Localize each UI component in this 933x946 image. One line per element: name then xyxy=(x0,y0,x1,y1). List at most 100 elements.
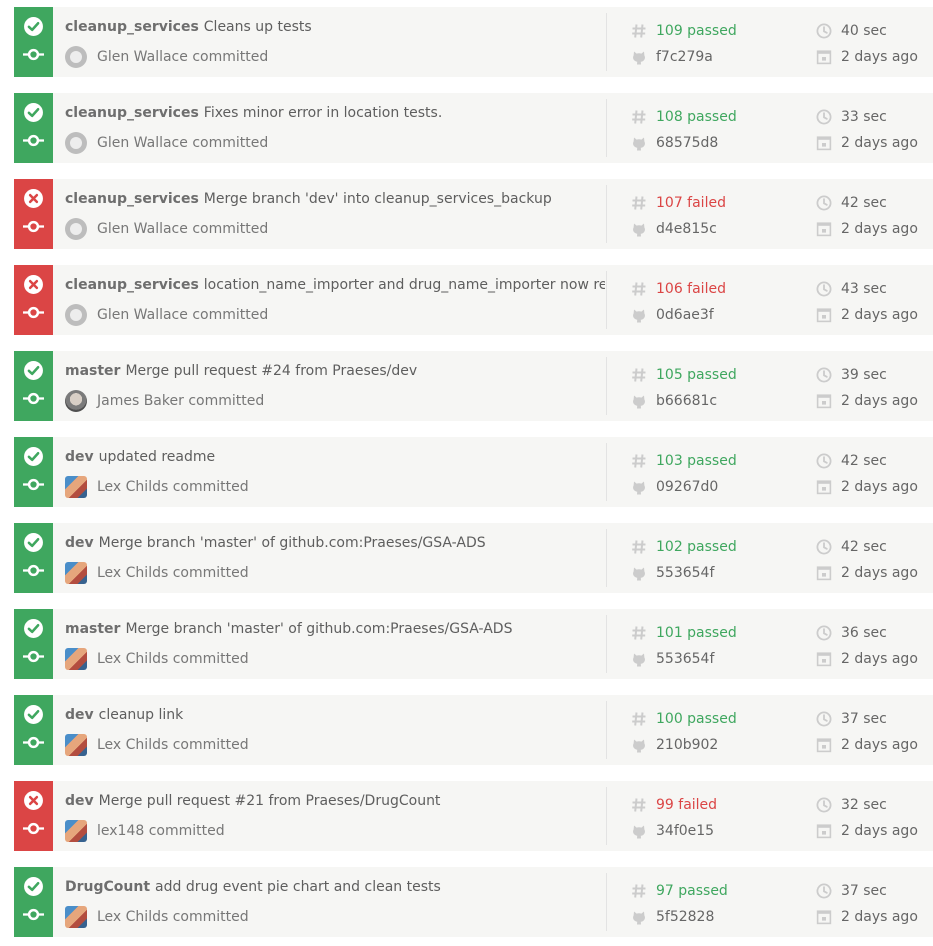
branch-name[interactable]: dev xyxy=(65,535,94,551)
commit-message[interactable]: updated readme xyxy=(99,449,215,465)
build-duration-text: 37 sec xyxy=(841,711,887,727)
commit-message[interactable]: Merge branch 'master' of github.com:Prae… xyxy=(125,621,512,637)
commit-message[interactable]: Merge branch 'master' of github.com:Prae… xyxy=(99,535,486,551)
build-row[interactable]: DrugCount add drug event pie chart and cl… xyxy=(14,867,933,937)
branch-name[interactable]: cleanup_services xyxy=(65,19,199,35)
commit-icon xyxy=(23,392,44,405)
build-number-text[interactable]: 97 passed xyxy=(656,881,728,901)
build-status-strip xyxy=(14,523,53,593)
clock-icon xyxy=(816,539,832,555)
commit-icon xyxy=(23,48,44,61)
build-finished-text: 2 days ago xyxy=(841,737,918,753)
clock-icon xyxy=(816,109,832,125)
build-status-strip xyxy=(14,609,53,679)
github-octocat-icon xyxy=(633,481,645,495)
build-row[interactable]: master Merge branch 'master' of github.co… xyxy=(14,609,933,679)
commit-sha-text[interactable]: 5f52828 xyxy=(656,907,714,927)
commit-author-line: Lex Childs committed xyxy=(65,648,249,670)
build-number-text[interactable]: 105 passed xyxy=(656,365,737,385)
commit-icon xyxy=(23,564,44,577)
check-circle-icon xyxy=(24,447,43,466)
commit-sha-text[interactable]: 34f0e15 xyxy=(656,821,714,841)
avatar xyxy=(65,476,87,498)
build-number-text[interactable]: 99 failed xyxy=(656,795,717,815)
build-duration-text: 37 sec xyxy=(841,883,887,899)
divider xyxy=(606,787,607,845)
commit-author-line: Lex Childs committed xyxy=(65,906,249,928)
build-number-text[interactable]: 107 failed xyxy=(656,193,726,213)
build-number-text[interactable]: 102 passed xyxy=(656,537,737,557)
commit-message[interactable]: Merge pull request #21 from Praeses/Drug… xyxy=(99,793,441,809)
commit-message[interactable]: Fixes minor error in location tests. xyxy=(204,105,443,121)
build-row[interactable]: dev Merge pull request #21 from Praeses/D… xyxy=(14,781,933,851)
commit-message[interactable]: Merge branch 'dev' into cleanup_services… xyxy=(204,191,552,207)
commit-sha-text[interactable]: 0d6ae3f xyxy=(656,305,714,325)
avatar xyxy=(65,218,87,240)
avatar xyxy=(65,734,87,756)
build-number-text[interactable]: 101 passed xyxy=(656,623,737,643)
commit-message[interactable]: cleanup link xyxy=(99,707,184,723)
build-number-text[interactable]: 106 failed xyxy=(656,279,726,299)
build-title: dev Merge branch 'master' of github.com:P… xyxy=(65,534,605,552)
build-status-strip xyxy=(14,351,53,421)
branch-name[interactable]: dev xyxy=(65,793,94,809)
divider xyxy=(606,701,607,759)
build-row[interactable]: master Merge pull request #24 from Praese… xyxy=(14,351,933,421)
commit-sha-text[interactable]: d4e815c xyxy=(656,219,717,239)
build-title: dev Merge pull request #21 from Praeses/D… xyxy=(65,792,605,810)
build-row[interactable]: cleanup_services location_name_importer a… xyxy=(14,265,933,335)
branch-name[interactable]: master xyxy=(65,621,120,637)
commit-author: Glen Wallace committed xyxy=(97,49,269,65)
avatar xyxy=(65,562,87,584)
build-number-text[interactable]: 100 passed xyxy=(656,709,737,729)
hash-icon xyxy=(632,712,646,726)
build-row[interactable]: cleanup_services Merge branch 'dev' into … xyxy=(14,179,933,249)
check-circle-icon xyxy=(24,877,43,896)
divider xyxy=(606,99,607,157)
check-circle-icon xyxy=(24,361,43,380)
commit-sha-text[interactable]: 09267d0 xyxy=(656,477,718,497)
commit-icon xyxy=(23,822,44,835)
commit-message[interactable]: Cleans up tests xyxy=(204,19,312,35)
commit-message[interactable]: add drug event pie chart and clean tests xyxy=(155,879,441,895)
commit-message[interactable]: location_name_importer and drug_name_imp… xyxy=(204,277,605,293)
build-status-strip xyxy=(14,695,53,765)
build-row[interactable]: cleanup_services Fixes minor error in loc… xyxy=(14,93,933,163)
hash-icon xyxy=(632,368,646,382)
build-row[interactable]: cleanup_services Cleans up tests Glen Wal… xyxy=(14,7,933,77)
branch-name[interactable]: DrugCount xyxy=(65,879,150,895)
branch-name[interactable]: cleanup_services xyxy=(65,105,199,121)
commit-sha-text[interactable]: f7c279a xyxy=(656,47,713,67)
build-status-strip xyxy=(14,437,53,507)
branch-name[interactable]: dev xyxy=(65,707,94,723)
calendar-icon xyxy=(816,738,832,753)
hash-icon xyxy=(632,454,646,468)
build-number-text[interactable]: 103 passed xyxy=(656,451,737,471)
hash-icon xyxy=(632,196,646,210)
build-finished-text: 2 days ago xyxy=(841,49,918,65)
build-status-strip xyxy=(14,93,53,163)
build-list: cleanup_services Cleans up tests Glen Wal… xyxy=(0,0,933,946)
branch-name[interactable]: dev xyxy=(65,449,94,465)
avatar xyxy=(65,132,87,154)
build-number-text[interactable]: 108 passed xyxy=(656,107,737,127)
commit-message[interactable]: Merge pull request #24 from Praeses/dev xyxy=(125,363,417,379)
build-duration-text: 42 sec xyxy=(841,539,887,555)
build-duration-text: 36 sec xyxy=(841,625,887,641)
branch-name[interactable]: cleanup_services xyxy=(65,277,199,293)
commit-sha-text[interactable]: 210b902 xyxy=(656,735,718,755)
commit-sha-text[interactable]: 553654f xyxy=(656,649,714,669)
commit-sha-text[interactable]: 68575d8 xyxy=(656,133,718,153)
branch-name[interactable]: master xyxy=(65,363,120,379)
build-number-text[interactable]: 109 passed xyxy=(656,21,737,41)
build-row[interactable]: dev Merge branch 'master' of github.com:P… xyxy=(14,523,933,593)
build-finished-text: 2 days ago xyxy=(841,823,918,839)
commit-sha-text[interactable]: 553654f xyxy=(656,563,714,583)
check-circle-icon xyxy=(24,619,43,638)
build-row[interactable]: dev cleanup link Lex Childs committed 100… xyxy=(14,695,933,765)
build-row[interactable]: dev updated readme Lex Childs committed 1… xyxy=(14,437,933,507)
branch-name[interactable]: cleanup_services xyxy=(65,191,199,207)
avatar xyxy=(65,390,87,412)
divider xyxy=(606,873,607,931)
commit-sha-text[interactable]: b66681c xyxy=(656,391,717,411)
